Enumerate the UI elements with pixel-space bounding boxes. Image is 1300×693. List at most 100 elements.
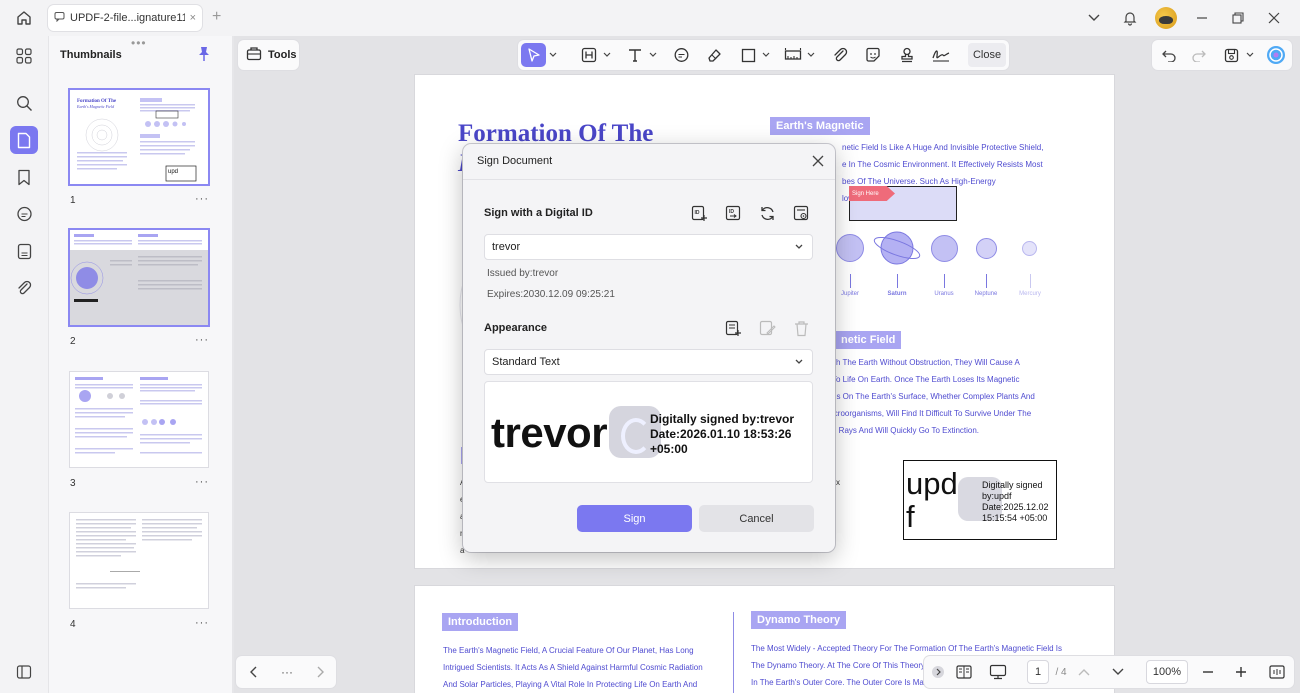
fit-page-icon[interactable] bbox=[1266, 660, 1288, 684]
bookmark-icon[interactable] bbox=[10, 163, 38, 191]
comments-icon[interactable] bbox=[10, 200, 38, 228]
existing-signature[interactable]: upd f Digitally signed by:updf Date:2025… bbox=[903, 460, 1057, 540]
new-tab-button[interactable]: + bbox=[212, 8, 221, 26]
zoom-level-input[interactable]: 100% bbox=[1146, 660, 1188, 684]
previous-page-icon[interactable] bbox=[244, 660, 264, 684]
refresh-icon[interactable] bbox=[757, 203, 777, 223]
page-menu-1[interactable]: ··· bbox=[195, 193, 209, 205]
page-thumbnail-2[interactable] bbox=[70, 230, 208, 325]
signature-preview: trevor Digitally signed by:trevor Date:2… bbox=[484, 381, 813, 483]
page-4-preview bbox=[76, 519, 202, 589]
thumb-signature-text: upd bbox=[168, 169, 178, 175]
search-icon[interactable] bbox=[10, 89, 38, 117]
page-number-2: 2 bbox=[70, 336, 76, 347]
annotation-toolbar: Close bbox=[518, 40, 1009, 70]
presentation-icon[interactable] bbox=[986, 660, 1010, 684]
page-number-4: 4 bbox=[70, 619, 76, 630]
measure-icon[interactable] bbox=[782, 43, 804, 67]
digital-id-select[interactable]: trevor bbox=[484, 234, 813, 260]
dialog-title: Sign Document bbox=[477, 155, 553, 167]
redo-icon[interactable] bbox=[1187, 43, 1209, 67]
next-page-icon[interactable] bbox=[310, 660, 330, 684]
attach-file-icon[interactable] bbox=[829, 43, 851, 67]
page-more-button[interactable]: ··· bbox=[276, 660, 298, 684]
issued-by-text: Issued by:trevor bbox=[487, 268, 559, 279]
close-icon[interactable] bbox=[810, 153, 826, 169]
column-divider bbox=[733, 612, 734, 693]
document-tab[interactable]: UPDF-2-file...ignature111 × bbox=[48, 5, 202, 31]
page-menu-3[interactable]: ··· bbox=[195, 476, 209, 488]
comment-icon[interactable] bbox=[670, 43, 692, 67]
add-digital-id-icon[interactable]: ID bbox=[689, 203, 709, 223]
close-window-icon[interactable] bbox=[1256, 6, 1292, 30]
select-dropdown-icon[interactable] bbox=[547, 43, 559, 67]
apps-grid-icon[interactable] bbox=[10, 42, 38, 70]
undo-icon[interactable] bbox=[1158, 43, 1180, 67]
svg-text:ID: ID bbox=[694, 210, 699, 216]
pin-icon[interactable] bbox=[197, 46, 211, 65]
svg-text:Earth's Magnetic Field: Earth's Magnetic Field bbox=[76, 104, 115, 109]
planet-label: Jupiter bbox=[840, 291, 859, 297]
page-2-preview bbox=[70, 230, 208, 325]
stamp-icon[interactable] bbox=[896, 43, 918, 67]
tab-close-icon[interactable]: × bbox=[190, 12, 196, 24]
home-icon[interactable] bbox=[12, 7, 36, 29]
attachment-page-icon[interactable] bbox=[10, 237, 38, 265]
magnetic-field-heading: netic Field bbox=[835, 331, 902, 349]
page-thumbnail-4[interactable] bbox=[70, 513, 208, 608]
page-down-icon[interactable] bbox=[1108, 660, 1128, 684]
restore-icon[interactable] bbox=[1220, 6, 1256, 30]
appearance-select[interactable]: Standard Text bbox=[484, 349, 813, 375]
sidebar-settings-icon[interactable] bbox=[10, 658, 38, 686]
text-box-dropdown-icon[interactable] bbox=[601, 43, 613, 67]
rectangle-icon[interactable] bbox=[737, 43, 759, 67]
page-menu-2[interactable]: ··· bbox=[195, 334, 209, 346]
current-page-input[interactable]: 1 bbox=[1027, 660, 1049, 684]
text-tool-icon[interactable] bbox=[624, 43, 646, 67]
page-layout-icon[interactable] bbox=[952, 660, 976, 684]
existing-signature-name: upd f bbox=[906, 466, 958, 534]
import-digital-id-icon[interactable]: ID bbox=[723, 203, 743, 223]
signature-icon[interactable] bbox=[929, 43, 953, 67]
text-box-icon[interactable] bbox=[578, 43, 600, 67]
thumbnails-page-icon[interactable] bbox=[10, 126, 38, 154]
select-cursor-icon[interactable] bbox=[521, 43, 546, 67]
close-toolbar-button[interactable]: Close bbox=[968, 43, 1006, 67]
page-up-icon[interactable] bbox=[1074, 660, 1094, 684]
user-avatar[interactable] bbox=[1148, 6, 1184, 30]
collapse-bar-icon[interactable] bbox=[928, 660, 948, 684]
tools-button[interactable]: Tools bbox=[238, 40, 299, 70]
ai-assistant-icon[interactable] bbox=[1264, 43, 1288, 67]
svg-text:ID: ID bbox=[729, 209, 734, 215]
planet-uranus bbox=[931, 235, 958, 262]
zoom-out-icon[interactable] bbox=[1198, 660, 1218, 684]
zoom-in-icon[interactable] bbox=[1231, 660, 1251, 684]
tools-label: Tools bbox=[268, 49, 297, 61]
page-menu-4[interactable]: ··· bbox=[195, 617, 209, 629]
paperclip-icon[interactable] bbox=[10, 274, 38, 302]
tab-comment-icon bbox=[54, 11, 65, 25]
eraser-icon[interactable] bbox=[703, 43, 725, 67]
sign-button[interactable]: Sign bbox=[577, 505, 692, 532]
add-appearance-icon[interactable] bbox=[723, 318, 743, 338]
delete-appearance-icon[interactable] bbox=[791, 318, 811, 338]
shape-dropdown-icon[interactable] bbox=[760, 43, 772, 67]
cancel-button[interactable]: Cancel bbox=[699, 505, 814, 532]
notification-bell-icon[interactable] bbox=[1112, 6, 1148, 30]
save-icon[interactable] bbox=[1220, 43, 1242, 67]
page-thumbnail-3[interactable] bbox=[70, 372, 208, 467]
text-dropdown-icon[interactable] bbox=[647, 43, 659, 67]
edit-appearance-icon[interactable] bbox=[757, 318, 777, 338]
digital-id-value: trevor bbox=[492, 241, 521, 253]
page-thumbnail-1[interactable]: Formation Of The Earth's Magnetic Field … bbox=[70, 90, 208, 184]
chevron-down-icon[interactable] bbox=[1076, 6, 1112, 30]
sticker-icon[interactable] bbox=[862, 43, 884, 67]
title-bar: UPDF-2-file...ignature111 × + bbox=[0, 0, 1300, 36]
panel-drag-handle[interactable]: ••• bbox=[131, 36, 147, 50]
measure-dropdown-icon[interactable] bbox=[805, 43, 817, 67]
save-dropdown-icon[interactable] bbox=[1244, 43, 1256, 67]
view-certificate-icon[interactable] bbox=[791, 203, 811, 223]
minimize-icon[interactable] bbox=[1184, 6, 1220, 30]
sign-here-tag: Sign Here bbox=[849, 186, 895, 201]
page-number-3: 3 bbox=[70, 478, 76, 489]
